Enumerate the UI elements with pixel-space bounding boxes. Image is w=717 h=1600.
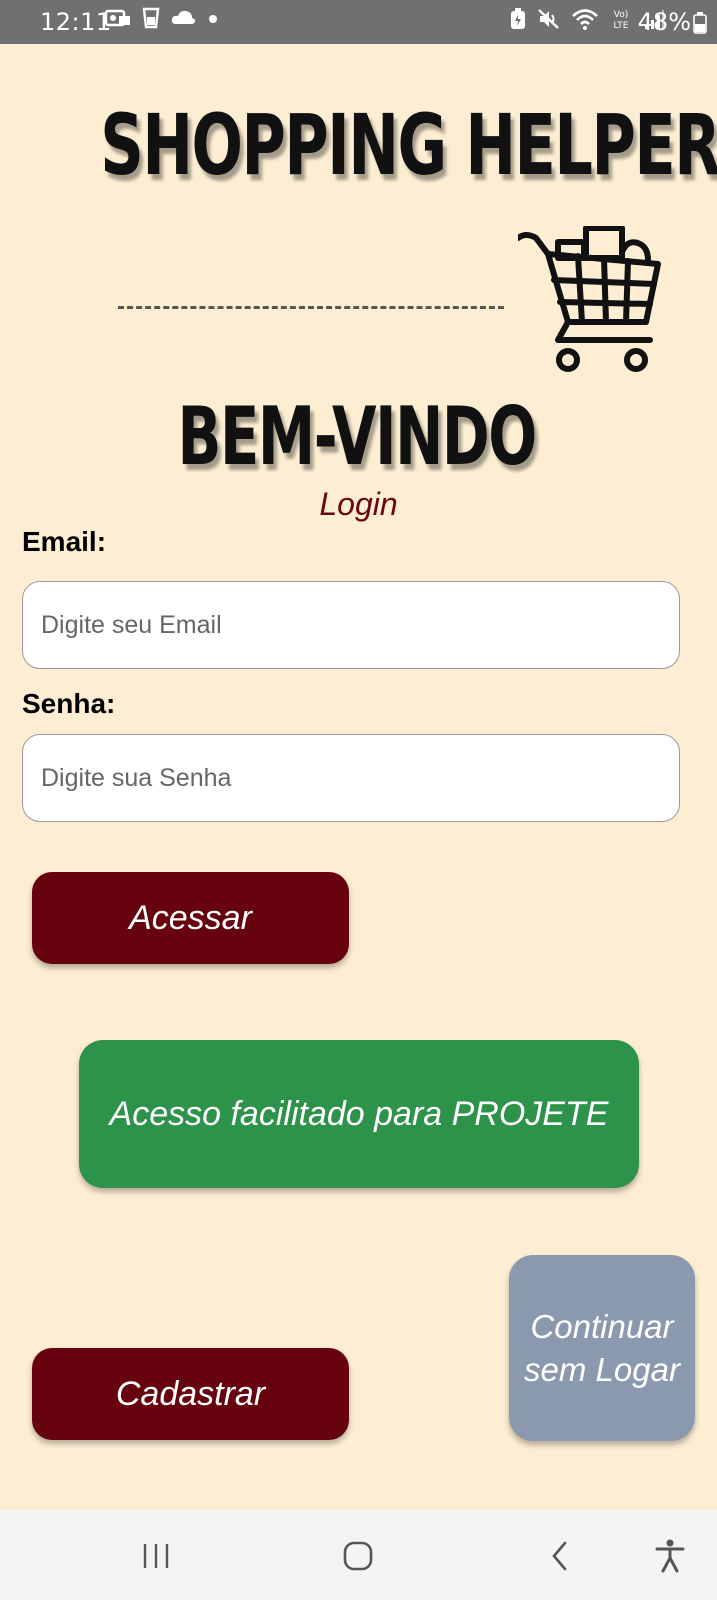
- continue-without-login-button[interactable]: Continuar sem Logar: [509, 1255, 695, 1441]
- accessibility-icon: [655, 1539, 685, 1573]
- accessibility-button[interactable]: [650, 1538, 690, 1574]
- email-field[interactable]: [22, 581, 680, 669]
- volte-icon: Vo) LTE: [614, 10, 629, 31]
- projete-access-button[interactable]: Acesso facilitado para PROJETE: [79, 1040, 639, 1188]
- status-left-icons: [104, 7, 220, 29]
- projete-access-button-label: Acesso facilitado para PROJETE: [109, 1094, 609, 1133]
- battery-saver-icon: [511, 8, 525, 29]
- status-bar: 12:11 Vo) LTE 48%: [0, 0, 717, 44]
- welcome-title: BEM-VINDO: [177, 390, 538, 483]
- battery-icon: [693, 12, 707, 34]
- register-button[interactable]: Cadastrar: [32, 1348, 349, 1440]
- system-navigation-bar: [0, 1510, 717, 1600]
- decorative-dashed-line: [118, 306, 504, 309]
- continue-without-login-label: Continuar sem Logar: [524, 1305, 680, 1391]
- cup-icon: [142, 7, 160, 29]
- home-button[interactable]: [338, 1538, 378, 1574]
- mute-icon: [538, 9, 559, 29]
- photo-message-icon: [104, 9, 130, 27]
- dot-icon: [209, 15, 217, 23]
- app-title: SHOPPING HELPER: [100, 96, 717, 194]
- cloud-icon: [171, 10, 196, 24]
- register-button-label: Cadastrar: [115, 1374, 266, 1413]
- shopping-cart-icon: [518, 226, 661, 372]
- recent-apps-button[interactable]: [136, 1538, 176, 1574]
- recent-apps-icon: [143, 1544, 169, 1568]
- wifi-icon: [572, 9, 598, 30]
- login-button-label: Acessar: [129, 898, 252, 937]
- back-button[interactable]: [540, 1538, 580, 1574]
- login-subtitle: Login: [319, 486, 398, 522]
- email-label: Email:: [22, 526, 107, 557]
- svg-text:LTE: LTE: [614, 21, 629, 31]
- password-field[interactable]: [22, 734, 680, 822]
- back-icon: [552, 1541, 567, 1571]
- login-button[interactable]: Acessar: [32, 872, 349, 964]
- continue-label-line1: Continuar: [530, 1308, 674, 1345]
- battery-level: 48%: [637, 8, 691, 36]
- status-time: 12:11: [40, 8, 112, 36]
- password-label: Senha:: [22, 688, 116, 719]
- continue-label-line2: sem Logar: [524, 1351, 680, 1388]
- svg-text:Vo): Vo): [614, 10, 628, 20]
- home-icon: [343, 1541, 373, 1571]
